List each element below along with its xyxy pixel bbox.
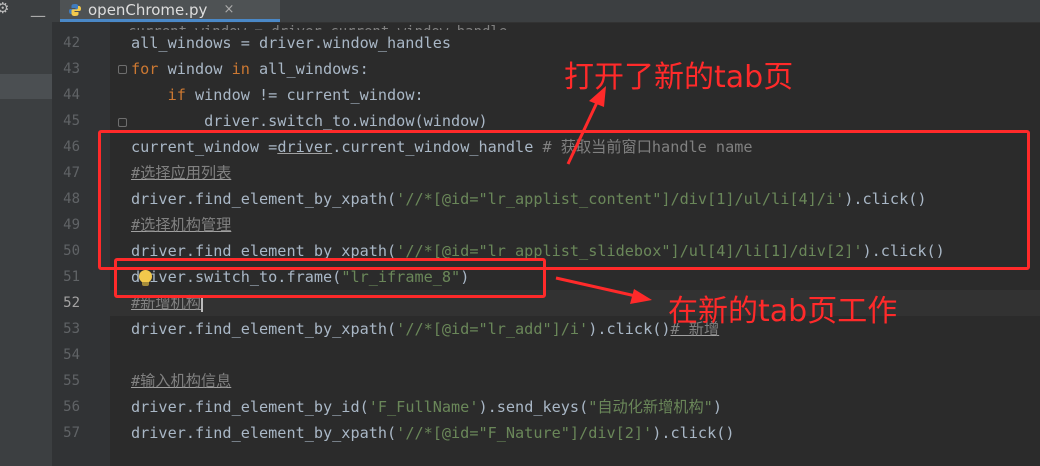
arrow-to-work-label	[555, 276, 641, 299]
annotation-arrows	[555, 86, 652, 304]
arrowhead-icon	[630, 289, 652, 304]
annotation-work-in-new-tab: 在新的tab页工作	[668, 294, 898, 329]
arrow-to-new-tab-label	[566, 95, 602, 165]
annotation-new-tab-opened: 打开了新的tab页	[564, 60, 794, 95]
